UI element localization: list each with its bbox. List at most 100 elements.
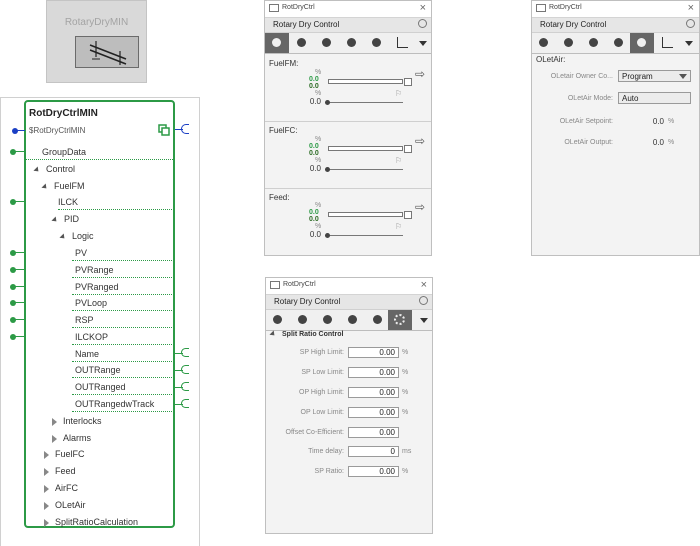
unit-label: % (315, 157, 322, 164)
input-pin[interactable] (10, 199, 16, 205)
input-connector-dot[interactable] (12, 128, 18, 134)
tree-item-outrange[interactable]: OUTRange (75, 365, 121, 375)
pin-icon[interactable] (419, 296, 428, 305)
offset-coefficient-input[interactable]: 0.00 (348, 427, 399, 438)
input-pin[interactable] (10, 334, 16, 340)
tab-trend[interactable] (655, 33, 679, 53)
close-icon[interactable]: × (420, 2, 426, 14)
tree-item-splitratiocalculation[interactable]: SplitRatioCalculation (44, 517, 138, 527)
tree-item-fuelfm[interactable]: FuelFM (41, 181, 85, 191)
dropdown-arrow-icon (419, 41, 427, 46)
slider-knob[interactable] (325, 100, 330, 105)
tab-3[interactable] (607, 33, 631, 53)
tree-item-interlocks[interactable]: Interlocks (52, 416, 102, 426)
input-pin[interactable] (10, 267, 16, 273)
window-titlebar[interactable]: RotDryCtrl × (532, 1, 699, 18)
tab-2[interactable] (316, 310, 340, 330)
navigate-arrow-icon[interactable]: ⇨ (415, 67, 425, 81)
tree-item-oletair[interactable]: OLetAir (44, 500, 86, 510)
tree-item-fuelfc[interactable]: FuelFC (44, 449, 85, 459)
tab-4[interactable] (365, 33, 389, 53)
op-high-limit-input[interactable]: 0.00 (348, 387, 399, 398)
tab-2[interactable] (582, 33, 606, 53)
faceplate-window-oletair[interactable]: RotDryCtrl × Rotary Dry Control OLetAir:… (531, 0, 700, 256)
input-pin[interactable] (10, 300, 16, 306)
tree-item-logic[interactable]: Logic (59, 231, 94, 241)
faceplate-window-main[interactable]: RotDryCtrl × Rotary Dry Control FuelFM: … (264, 0, 432, 256)
input-pin[interactable] (10, 250, 16, 256)
output-pin[interactable] (181, 365, 189, 374)
tab-home[interactable] (532, 33, 556, 53)
tree-item-ilckop[interactable]: ILCKOP (75, 332, 108, 342)
sp-high-limit-input[interactable]: 0.00 (348, 347, 399, 358)
tab-1[interactable] (291, 310, 315, 330)
tree-item-pv[interactable]: PV (75, 248, 87, 258)
window-titlebar[interactable]: RotDryCtrl × (266, 278, 432, 295)
tree-item-feed[interactable]: Feed (44, 466, 76, 476)
indicator-box (404, 145, 412, 153)
slider-track[interactable] (325, 235, 403, 236)
slider-knob[interactable] (325, 233, 330, 238)
tree-item-pvrange[interactable]: PVRange (75, 265, 114, 275)
pin-icon[interactable] (418, 19, 427, 28)
op-low-limit-input[interactable]: 0.00 (348, 407, 399, 418)
input-pin[interactable] (10, 317, 16, 323)
pv-value: 0.0 (309, 76, 319, 83)
sp-ratio-input[interactable]: 0.00 (348, 466, 399, 477)
tab-1[interactable] (290, 33, 314, 53)
output-pin[interactable] (181, 382, 189, 391)
min-icon-tile[interactable]: RotaryDryMIN (46, 0, 147, 83)
unit-label: % (402, 369, 409, 376)
tab-3[interactable] (341, 310, 365, 330)
tab-menu[interactable] (411, 33, 435, 53)
tab-4-icon (372, 38, 381, 47)
time-delay-input[interactable]: 0 (348, 446, 399, 457)
slider-knob[interactable] (325, 167, 330, 172)
slider-track[interactable] (325, 169, 403, 170)
mode-field: Auto (618, 92, 691, 104)
tree-item-control[interactable]: Control (33, 164, 75, 174)
tab-2[interactable] (315, 33, 339, 53)
copy-icon[interactable] (158, 124, 170, 136)
tab-home[interactable] (265, 33, 289, 53)
collapsed-icon (52, 434, 57, 443)
navigate-arrow-icon[interactable]: ⇨ (415, 200, 425, 214)
sp-low-limit-input[interactable]: 0.00 (348, 367, 399, 378)
tab-settings[interactable] (388, 310, 412, 330)
tab-3[interactable] (340, 33, 364, 53)
tree-item-outranged[interactable]: OUTRanged (75, 382, 126, 392)
tree-item-pvloop[interactable]: PVLoop (75, 298, 107, 308)
tab-4[interactable] (630, 33, 654, 53)
close-icon[interactable]: × (688, 2, 694, 14)
tab-menu[interactable] (412, 310, 436, 330)
output-connector-cap[interactable] (181, 124, 189, 134)
tree-item-groupdata[interactable]: GroupData (42, 147, 86, 157)
faceplate-header: Rotary Dry Control (266, 295, 432, 310)
tree-item-ilck[interactable]: ILCK (58, 197, 78, 207)
tab-menu[interactable] (677, 33, 700, 53)
input-pin[interactable] (10, 149, 16, 155)
tab-4[interactable] (366, 310, 390, 330)
tree-item-rsp[interactable]: RSP (75, 315, 94, 325)
tree-item-airfc[interactable]: AirFC (44, 483, 78, 493)
section-label-oletair: OLetAir: (536, 55, 566, 64)
slider-track[interactable] (325, 102, 403, 103)
faceplate-window-split-ratio[interactable]: RotDryCtrl × Rotary Dry Control Split Ra… (265, 277, 433, 534)
input-pin[interactable] (10, 284, 16, 290)
owner-select[interactable]: Program (618, 70, 691, 82)
close-icon[interactable]: × (421, 279, 427, 291)
tree-item-outrangedwtrack[interactable]: OUTRangedwTrack (75, 399, 154, 409)
tree-item-alarms[interactable]: Alarms (52, 433, 91, 443)
tree-item-pid[interactable]: PID (51, 214, 79, 224)
tree-item-name[interactable]: Name (75, 349, 99, 359)
tab-1[interactable] (557, 33, 581, 53)
tab-home[interactable] (266, 310, 290, 330)
pin-icon[interactable] (686, 19, 695, 28)
limit-flag-icon: ⚐ (395, 222, 403, 231)
output-pin[interactable] (181, 399, 189, 408)
section-header[interactable]: Split Ratio Control (269, 330, 343, 338)
navigate-arrow-icon[interactable]: ⇨ (415, 134, 425, 148)
output-pin[interactable] (181, 348, 189, 357)
window-titlebar[interactable]: RotDryCtrl × (265, 1, 431, 18)
tree-item-pvranged[interactable]: PVRanged (75, 282, 119, 292)
